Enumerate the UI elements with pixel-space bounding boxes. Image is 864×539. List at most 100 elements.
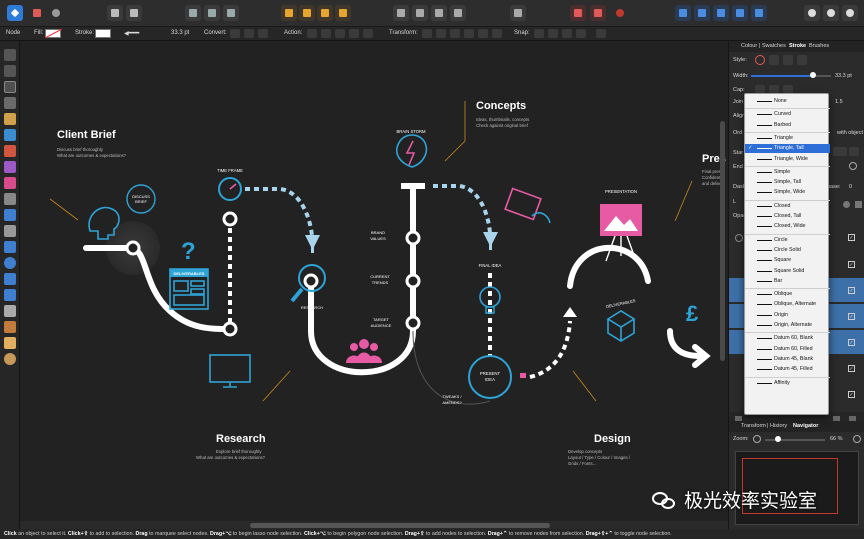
layer-settings-icon[interactable]: [843, 201, 850, 208]
snap-option5-button[interactable]: [596, 29, 606, 38]
rounded-rect-tool-icon[interactable]: [4, 273, 16, 285]
assistant-icon[interactable]: [804, 5, 820, 21]
arrowhead-option-triangle-wide[interactable]: Triangle, Wide: [745, 155, 830, 164]
no-stroke-icon[interactable]: [755, 55, 765, 65]
zoom-tool-icon[interactable]: [4, 353, 16, 365]
stroke-width-slider[interactable]: ◀••••••••••: [124, 30, 140, 37]
swap-arrowheads-button[interactable]: [833, 147, 847, 156]
zoom-out-icon[interactable]: [753, 435, 761, 443]
tab-colour[interactable]: Colour: [741, 43, 757, 49]
brush-stroke-icon[interactable]: [797, 55, 807, 65]
layer-visible-checkbox-5[interactable]: ✓: [848, 339, 855, 346]
zoom-slider[interactable]: [765, 436, 825, 442]
arrowhead-option-triangle[interactable]: Triangle: [745, 134, 830, 143]
arrowhead-option-affinity[interactable]: Affinity: [745, 379, 830, 388]
fill-swatch[interactable]: [44, 28, 63, 39]
hand-tool-icon[interactable]: [4, 337, 16, 349]
action-break-button[interactable]: [307, 29, 317, 38]
persona-grid-icon[interactable]: [29, 5, 45, 21]
arrowhead-option-origin-alternate[interactable]: Origin, Alternate: [745, 321, 830, 330]
brush-tool-icon[interactable]: [4, 145, 16, 157]
arrowhead-option-oblique[interactable]: Oblique: [745, 290, 830, 299]
node-tool-icon[interactable]: [4, 81, 16, 93]
snap-option1-button[interactable]: [534, 29, 544, 38]
artboard-tool-icon[interactable]: [4, 65, 16, 77]
canvas-area[interactable]: Client Brief Discuss brief thoroughly Wh…: [20, 41, 728, 529]
arrowhead-option-triangle-tall[interactable]: ✓ Triangle, Tall: [745, 144, 830, 154]
layer-visible-checkbox-1[interactable]: ✓: [848, 234, 855, 241]
transform-mode3-button[interactable]: [464, 29, 474, 38]
action-smooth-button[interactable]: [335, 29, 345, 38]
stroke-width-value[interactable]: 33.3 pt: [171, 30, 189, 36]
end-reset-icon[interactable]: [849, 162, 857, 170]
width-slider-track[interactable]: [751, 72, 831, 78]
phase-value[interactable]: 0: [849, 184, 852, 190]
layer-visible-checkbox-2[interactable]: ✓: [848, 261, 855, 268]
view-icon[interactable]: [223, 5, 239, 21]
boolean-divide-icon[interactable]: [751, 5, 767, 21]
start-arrow-button[interactable]: [849, 147, 859, 156]
layer-visible-checkbox-6[interactable]: ✓: [848, 365, 855, 372]
transform-toggle-button[interactable]: [422, 29, 432, 38]
order-forward-icon[interactable]: [317, 5, 333, 21]
settings-icon[interactable]: [842, 5, 858, 21]
width-value[interactable]: 33.3 pt: [835, 73, 852, 79]
convert-smart-button[interactable]: [258, 29, 268, 38]
pen-tool-icon[interactable]: [4, 113, 16, 125]
flip-vertical-icon[interactable]: [412, 5, 428, 21]
insert-icon[interactable]: [590, 5, 606, 21]
geometry-icon[interactable]: [570, 5, 586, 21]
arrowhead-option-circle[interactable]: Circle: [745, 236, 830, 245]
convert-smooth-button[interactable]: [244, 29, 254, 38]
rotate-left-icon[interactable]: [431, 5, 447, 21]
layers-tab[interactable]: L: [733, 199, 736, 205]
arrowhead-option-bar[interactable]: Bar: [745, 277, 830, 286]
constraints-icon[interactable]: [612, 5, 628, 21]
layer-expand-icon[interactable]: [735, 234, 743, 242]
grid-icon[interactable]: [185, 5, 201, 21]
tab-history[interactable]: History: [770, 423, 787, 429]
tab-stroke[interactable]: Stroke: [789, 43, 806, 49]
boolean-subtract-icon[interactable]: [694, 5, 710, 21]
text-tool-icon[interactable]: [4, 305, 16, 317]
horizontal-scrollbar[interactable]: [250, 523, 550, 528]
color-picker-tool-icon[interactable]: [4, 321, 16, 333]
action-join-button[interactable]: [349, 29, 359, 38]
order-front-icon[interactable]: [335, 5, 351, 21]
tab-brushes[interactable]: Brushes: [809, 43, 829, 49]
snap-option4-button[interactable]: [576, 29, 586, 38]
action-reverse-button[interactable]: [363, 29, 373, 38]
arrowhead-option-circle-solid[interactable]: Circle Solid: [745, 246, 830, 255]
align-icon[interactable]: [510, 5, 526, 21]
flip-horizontal-icon[interactable]: [393, 5, 409, 21]
layer-visible-checkbox-7[interactable]: ✓: [848, 391, 855, 398]
arrowhead-option-origin[interactable]: Origin: [745, 311, 830, 320]
arrowhead-option-datum-60-blank[interactable]: Datum 60, Blank: [745, 334, 830, 343]
stroke-swatch[interactable]: [95, 29, 111, 38]
action-close-button[interactable]: [321, 29, 331, 38]
order-back-icon[interactable]: [281, 5, 297, 21]
arrowhead-option-simple-wide[interactable]: Simple, Wide: [745, 188, 830, 197]
convert-sharp-button[interactable]: [230, 29, 240, 38]
arrowhead-option-simple[interactable]: Simple: [745, 168, 830, 177]
arrowhead-option-simple-tall[interactable]: Simple, Tall: [745, 178, 830, 187]
tab-navigator[interactable]: Navigator: [793, 423, 818, 429]
arrowhead-option-closed[interactable]: Closed: [745, 202, 830, 211]
app-logo-icon[interactable]: [7, 5, 23, 21]
snap-option3-button[interactable]: [562, 29, 572, 38]
boolean-add-icon[interactable]: [675, 5, 691, 21]
node-tool-icon[interactable]: [126, 5, 142, 21]
arrowhead-option-datum-60-filled[interactable]: Datum 60, Filled: [745, 345, 830, 354]
order-backward-icon[interactable]: [299, 5, 315, 21]
arrowhead-option-square[interactable]: Square: [745, 256, 830, 265]
transform-mode2-button[interactable]: [450, 29, 460, 38]
corner-tool-icon[interactable]: [4, 97, 16, 109]
snapping-manager-icon[interactable]: [823, 5, 839, 21]
tab-transform[interactable]: Transform: [741, 423, 766, 429]
rotate-right-icon[interactable]: [450, 5, 466, 21]
width-slider-knob[interactable]: [810, 72, 817, 78]
move-tool-icon[interactable]: [107, 5, 123, 21]
arrowhead-option-closed-tall[interactable]: Closed, Tall: [745, 212, 830, 221]
move-tool-icon[interactable]: [4, 49, 16, 61]
share-icon[interactable]: [48, 5, 64, 21]
